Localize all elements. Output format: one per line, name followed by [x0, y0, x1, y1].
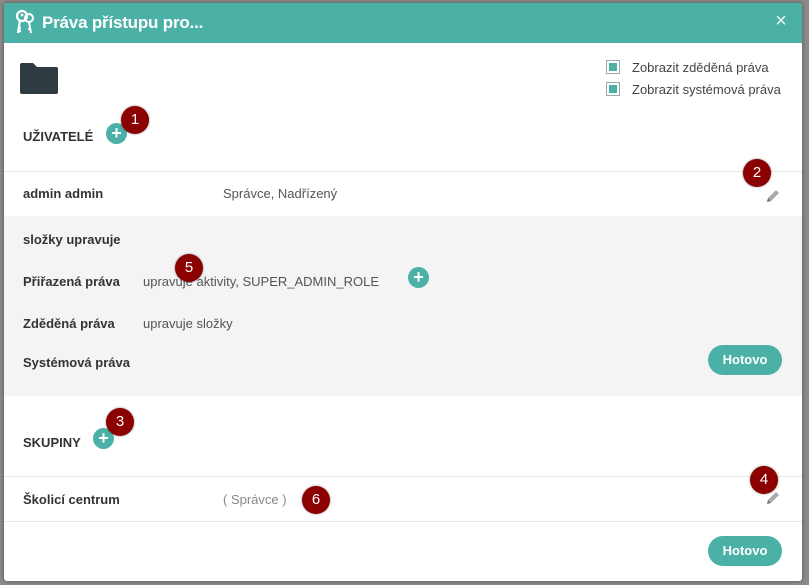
show-inherited-option[interactable]: Zobrazit zděděná práva: [606, 58, 769, 76]
dialog-title: Práva přístupu pro...: [42, 13, 204, 32]
user-roles: Správce, Nadřízený: [223, 186, 338, 201]
show-inherited-label: Zobrazit zděděná práva: [632, 59, 769, 75]
inherited-rights-value: upravuje složky: [143, 316, 233, 331]
keys-icon: [15, 9, 34, 34]
callout-badge-1: 1: [121, 106, 149, 134]
callout-badge-6: 6: [302, 486, 330, 514]
show-system-checkbox[interactable]: [606, 82, 620, 96]
callout-badge-2: 2: [743, 159, 771, 187]
users-section-title: UŽIVATELÉ: [23, 129, 94, 144]
callout-badge-5: 5: [175, 254, 203, 282]
close-icon[interactable]: ×: [772, 11, 790, 31]
show-system-label: Zobrazit systémová práva: [632, 81, 781, 97]
access-rights-dialog: Práva přístupu pro... × Zobrazit zděděná…: [4, 3, 802, 581]
show-inherited-checkbox[interactable]: [606, 60, 620, 74]
assigned-rights-label: Přiřazená práva: [23, 274, 120, 289]
dialog-header: Práva přístupu pro... ×: [4, 3, 802, 43]
groups-section-title: SKUPINY: [23, 435, 81, 450]
callout-badge-4: 4: [750, 466, 778, 494]
divider: [4, 521, 802, 522]
group-row[interactable]: Školicí centrum ( Správce ): [4, 477, 802, 521]
user-name: admin admin: [23, 186, 104, 201]
pencil-icon[interactable]: [766, 189, 780, 203]
detail-done-button[interactable]: Hotovo: [708, 345, 782, 375]
group-name: Školicí centrum: [23, 492, 120, 507]
system-rights-label: Systémová práva: [23, 355, 130, 370]
callout-badge-3: 3: [106, 408, 134, 436]
add-assigned-right-button[interactable]: +: [408, 267, 429, 288]
rights-detail-panel: složky upravuje Přiřazená práva upravuje…: [4, 216, 802, 396]
user-row[interactable]: admin admin Správce, Nadřízený: [4, 172, 802, 216]
detail-heading: složky upravuje: [23, 232, 121, 247]
footer-done-button[interactable]: Hotovo: [708, 536, 782, 566]
group-role: ( Správce ): [223, 492, 287, 507]
show-system-option[interactable]: Zobrazit systémová práva: [606, 80, 781, 98]
inherited-rights-label: Zděděná práva: [23, 316, 115, 331]
folder-icon: [20, 63, 58, 94]
